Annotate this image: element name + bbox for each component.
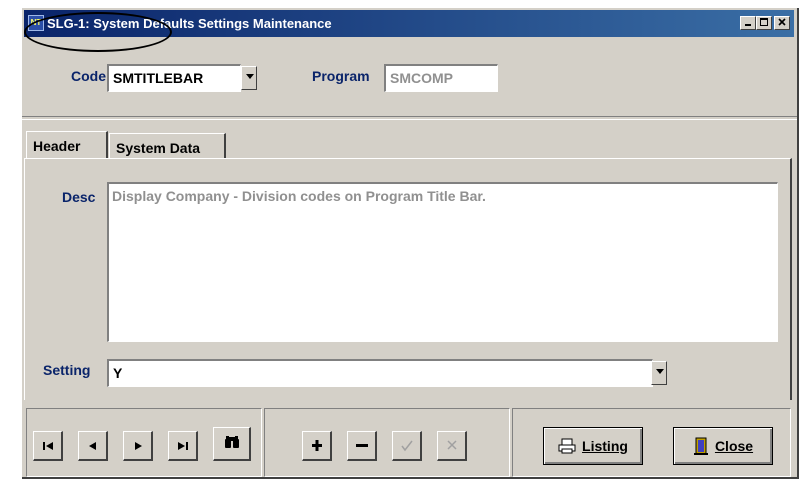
last-record-button[interactable] [168, 431, 198, 461]
listing-label: Listing [582, 438, 628, 454]
first-record-button[interactable] [33, 431, 63, 461]
binoculars-icon [224, 436, 239, 448]
setting-dropdown-button[interactable] [651, 361, 667, 385]
plus-icon [311, 440, 322, 451]
tab-system-data-label: System Data [116, 140, 201, 156]
code-combobox[interactable]: SMTITLEBAR [107, 64, 241, 92]
main-window: NT SLG-1: System Defaults Settings Maint… [22, 8, 799, 479]
previous-record-button[interactable] [78, 431, 108, 461]
setting-label: Setting [43, 362, 91, 378]
setting-combobox[interactable]: Y [107, 359, 653, 387]
maximize-icon [760, 18, 768, 26]
maximize-button[interactable] [756, 16, 772, 30]
program-label: Program [312, 68, 370, 84]
close-label: Close [714, 438, 754, 454]
annotation-ellipse [24, 12, 172, 52]
tab-header-label: Header [33, 138, 81, 154]
desc-value: Display Company - Division codes on Prog… [112, 188, 486, 204]
program-value: SMCOMP [390, 70, 453, 86]
last-record-icon [177, 442, 188, 450]
cancel-record-button[interactable] [437, 431, 467, 461]
printer-icon [558, 438, 576, 454]
close-button[interactable]: Close [673, 427, 773, 465]
code-dropdown-button[interactable] [241, 66, 257, 90]
door-exit-icon [693, 437, 708, 455]
program-field[interactable]: SMCOMP [384, 64, 498, 92]
code-label: Code [71, 68, 106, 84]
find-button[interactable] [213, 427, 251, 461]
minimize-icon [745, 24, 751, 26]
tab-system-data[interactable]: System Data [109, 133, 226, 158]
minus-icon [355, 444, 368, 447]
next-record-button[interactable] [123, 431, 153, 461]
first-record-icon [42, 442, 53, 450]
cancel-x-icon [446, 440, 457, 450]
code-value: SMTITLEBAR [113, 70, 204, 86]
delete-record-button[interactable] [347, 431, 377, 461]
checkmark-icon [400, 440, 413, 452]
next-record-icon [134, 442, 142, 450]
listing-button[interactable]: Listing [543, 427, 643, 465]
minimize-button[interactable] [740, 16, 756, 30]
record-actions-group [264, 408, 510, 477]
navigation-group [26, 408, 262, 477]
add-record-button[interactable] [302, 431, 332, 461]
save-record-button[interactable] [392, 431, 422, 461]
desc-textarea[interactable]: Display Company - Division codes on Prog… [107, 182, 778, 342]
close-window-button[interactable] [774, 16, 790, 30]
close-icon [778, 18, 786, 26]
setting-value: Y [113, 365, 123, 381]
desc-label: Desc [62, 189, 96, 205]
previous-record-icon [88, 442, 96, 450]
tab-header[interactable]: Header [26, 131, 108, 158]
divider [22, 116, 797, 120]
command-group: Listing Close [512, 408, 791, 477]
